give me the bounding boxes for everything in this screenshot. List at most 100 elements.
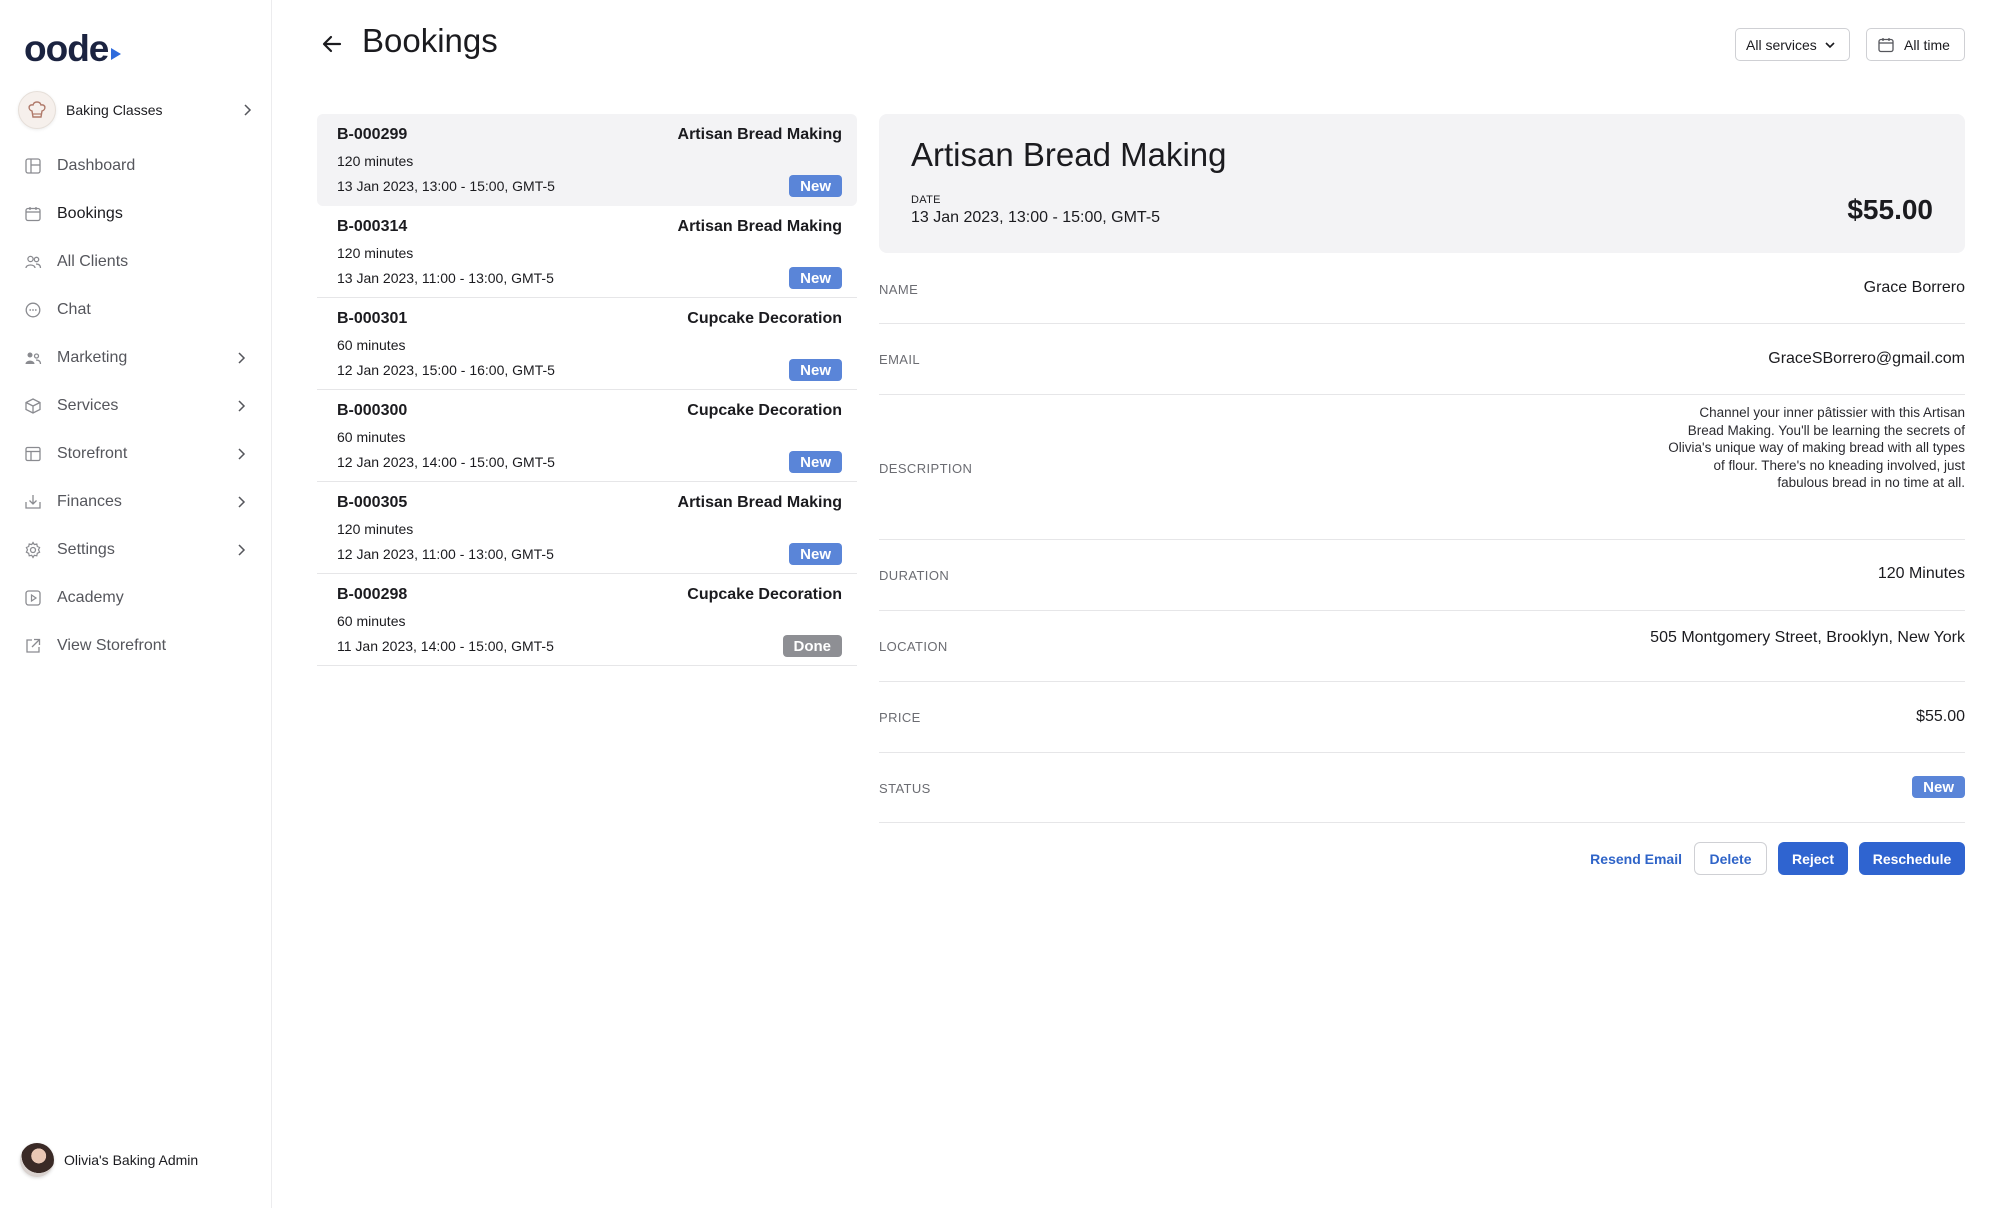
detail-row-description: DESCRIPTION Channel your inner pâtissier… — [879, 395, 1965, 540]
play-icon — [24, 589, 42, 607]
booking-duration: 120 minutes — [337, 245, 414, 261]
status-label: STATUS — [879, 781, 931, 796]
org-switcher[interactable]: Baking Classes — [18, 91, 254, 129]
box-icon — [24, 397, 42, 415]
status-badge: New — [789, 359, 842, 381]
detail-header: Artisan Bread Making DATE 13 Jan 2023, 1… — [879, 114, 1965, 253]
booking-detail: Artisan Bread Making DATE 13 Jan 2023, 1… — [879, 114, 1965, 875]
status-badge: New — [789, 543, 842, 565]
booking-id: B-000301 — [337, 310, 408, 327]
date-value: 13 Jan 2023, 13:00 - 15:00, GMT-5 — [911, 209, 1161, 226]
calendar-icon — [24, 205, 42, 223]
booking-duration: 120 minutes — [337, 153, 414, 169]
org-name: Baking Classes — [66, 102, 163, 118]
status-badge: New — [1912, 776, 1965, 798]
avatar — [20, 1143, 54, 1177]
action-bar: Resend Email Delete Reject Reschedule — [1578, 842, 1965, 875]
sidebar-item-label: Academy — [57, 589, 124, 606]
chevron-down-icon — [1825, 41, 1835, 48]
dashboard-icon — [24, 157, 42, 175]
sidebar: oode Baking Classes Dashboard Bookings All… — [0, 0, 272, 1208]
booking-service: Cupcake Decoration — [687, 310, 842, 327]
sidebar-item-storefront[interactable]: Storefront — [0, 430, 272, 478]
chevron-right-icon — [238, 544, 246, 556]
sidebar-item-settings[interactable]: Settings — [0, 526, 272, 574]
sidebar-item-chat[interactable]: Chat — [0, 286, 272, 334]
sidebar-nav: Dashboard Bookings All Clients Chat Marketin… — [0, 142, 272, 670]
booking-service: Artisan Bread Making — [677, 126, 842, 143]
status-badge: Done — [782, 635, 842, 657]
booking-datetime: 13 Jan 2023, 11:00 - 13:00, GMT-5 — [337, 270, 554, 286]
duration-label: DURATION — [879, 568, 950, 583]
booking-datetime: 12 Jan 2023, 11:00 - 13:00, GMT-5 — [337, 546, 554, 562]
sidebar-item-all-clients[interactable]: All Clients — [0, 238, 272, 286]
sidebar-item-bookings[interactable]: Bookings — [0, 190, 272, 238]
sidebar-item-academy[interactable]: Academy — [0, 574, 272, 622]
booking-id: B-000299 — [337, 126, 408, 143]
sidebar-item-label: Finances — [57, 493, 122, 510]
storefront-icon — [24, 445, 42, 463]
resend-email-button[interactable]: Resend Email — [1578, 842, 1694, 875]
booking-list-item[interactable]: B-000298 Cupcake Decoration 60 minutes 11 J… — [317, 574, 857, 666]
booking-service: Cupcake Decoration — [687, 402, 842, 419]
services-filter-dropdown[interactable]: All services — [1735, 28, 1850, 61]
time-filter-button[interactable]: All time — [1866, 28, 1965, 61]
description-value: Channel your inner pâtissier with this A… — [1668, 405, 1965, 490]
back-arrow-icon[interactable] — [318, 30, 346, 58]
chevron-right-icon — [238, 496, 246, 508]
delete-button[interactable]: Delete — [1694, 842, 1767, 875]
booking-id: B-000314 — [337, 218, 408, 235]
location-value: 505 Montgomery Street, Brooklyn, New Yor… — [1650, 629, 1965, 646]
booking-service: Artisan Bread Making — [677, 218, 842, 235]
chevron-right-icon — [238, 400, 246, 412]
booking-service: Cupcake Decoration — [687, 586, 842, 603]
booking-list: B-000299 Artisan Bread Making 120 minutes 1… — [317, 114, 857, 666]
app-logo[interactable]: oode — [24, 28, 122, 70]
email-value: GraceSBorrero@gmail.com — [1768, 350, 1965, 367]
sidebar-item-services[interactable]: Services — [0, 382, 272, 430]
booking-datetime: 11 Jan 2023, 14:00 - 15:00, GMT-5 — [337, 638, 554, 654]
chevron-right-icon — [244, 104, 252, 116]
sidebar-item-finances[interactable]: Finances — [0, 478, 272, 526]
detail-row-location: LOCATION 505 Montgomery Street, Brooklyn… — [879, 611, 1965, 682]
detail-row-status: STATUS New — [879, 753, 1965, 823]
detail-row-duration: DURATION 120 Minutes — [879, 540, 1965, 611]
sidebar-item-label: View Storefront — [57, 637, 167, 654]
chevron-right-icon — [238, 352, 246, 364]
logo-play-icon — [111, 48, 122, 60]
org-avatar — [18, 91, 56, 129]
booking-list-item[interactable]: B-000300 Cupcake Decoration 60 minutes 12 J… — [317, 390, 857, 482]
booking-duration: 60 minutes — [337, 429, 406, 445]
booking-list-item[interactable]: B-000314 Artisan Bread Making 120 minutes 1… — [317, 206, 857, 298]
status-badge: New — [789, 451, 842, 473]
location-label: LOCATION — [879, 639, 948, 654]
booking-list-item[interactable]: B-000305 Artisan Bread Making 120 minutes 1… — [317, 482, 857, 574]
sidebar-item-dashboard[interactable]: Dashboard — [0, 142, 272, 190]
chef-hat-icon — [28, 101, 46, 118]
sidebar-item-label: Marketing — [57, 349, 128, 366]
clients-icon — [24, 253, 42, 271]
calendar-icon — [1878, 37, 1894, 52]
user-profile[interactable]: Olivia's Baking Admin — [20, 1143, 198, 1177]
sidebar-item-marketing[interactable]: Marketing — [0, 334, 272, 382]
booking-list-item[interactable]: B-000299 Artisan Bread Making 120 minutes 1… — [317, 114, 857, 206]
email-label: EMAIL — [879, 352, 921, 367]
services-filter-label: All services — [1746, 36, 1817, 53]
sidebar-item-label: All Clients — [57, 253, 129, 270]
booking-datetime: 12 Jan 2023, 15:00 - 16:00, GMT-5 — [337, 362, 555, 378]
sidebar-item-label: Storefront — [57, 445, 128, 462]
chat-icon — [24, 301, 42, 319]
sidebar-item-view-storefront[interactable]: View Storefront — [0, 622, 272, 670]
sidebar-item-label: Settings — [57, 541, 115, 558]
booking-list-item[interactable]: B-000301 Cupcake Decoration 60 minutes 12 J… — [317, 298, 857, 390]
reject-button[interactable]: Reject — [1778, 842, 1848, 875]
time-filter-label: All time — [1904, 36, 1950, 53]
marketing-icon — [24, 349, 42, 367]
name-value: Grace Borrero — [1863, 279, 1965, 296]
booking-duration: 60 minutes — [337, 613, 406, 629]
chevron-right-icon — [238, 448, 246, 460]
price-total: $55.00 — [1847, 194, 1933, 225]
detail-row-price: PRICE $55.00 — [879, 682, 1965, 753]
description-label: DESCRIPTION — [879, 461, 973, 476]
reschedule-button[interactable]: Reschedule — [1859, 842, 1965, 875]
